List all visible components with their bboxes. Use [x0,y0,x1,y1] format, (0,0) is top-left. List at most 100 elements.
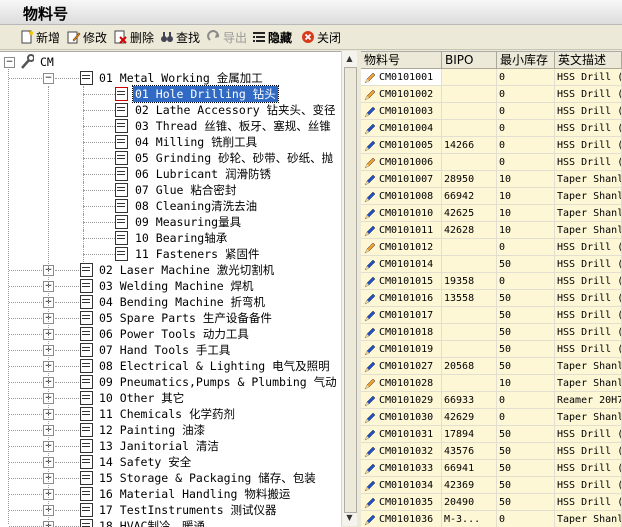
tree-node-label: 03 Thread 丝锥、板牙、塞规、丝锥 [135,119,331,133]
table-row[interactable]: CM0101010 42625 10 Taper Shanl [361,205,622,222]
table-row[interactable]: CM0101028 10 Taper Shanl [361,375,622,392]
table-row[interactable]: CM0101007 28950 10 Taper Shanl [361,171,622,188]
table-cell-min: 50 [497,290,555,307]
table-row[interactable]: CM0101001 0 HSS Drill ( [361,69,622,86]
scroll-up-icon[interactable]: ▲ [343,52,356,65]
scrollbar-thumb[interactable] [344,67,357,513]
tree-guide-line [83,150,84,166]
edit-button[interactable]: 修改 [67,28,107,46]
tree-guide-line [9,414,42,415]
document-node-icon [115,151,128,165]
table-cell-bipo: 20490 [442,494,497,511]
table-cell-desc: Taper Shanl [555,188,622,205]
table-cell-min: 0 [497,273,555,290]
table-row[interactable]: CM0101014 50 HSS Drill ( [361,256,622,273]
table-row[interactable]: CM0101035 20490 50 HSS Drill ( [361,494,622,511]
tree-node-label: 12 Painting 油漆 [99,423,206,437]
tree-guide-line [55,78,79,79]
document-node-icon [115,87,128,101]
close-button[interactable]: 关闭 [301,28,341,46]
tree-guide-line [83,166,84,182]
table-cell-desc: HSS Drill ( [555,256,622,273]
table-row[interactable]: CM0101036 M-3... 0 Taper Shanl [361,511,622,527]
column-header-min-stock[interactable]: 最小库存 [497,52,555,69]
tree-guide-line [83,86,84,102]
tree-node-label: 02 Laser Machine 激光切割机 [99,263,275,277]
export-button[interactable]: 导出 [207,28,247,46]
column-header-code[interactable]: 物料号 [361,52,442,69]
table-cell-desc: Taper Shanl [555,222,622,239]
table-cell-bipo: 42625 [442,205,497,222]
tree-node-label: 15 Storage & Packaging 储存、包装 [99,471,316,485]
table-cell-bipo [442,324,497,341]
pencil-icon [364,327,376,339]
document-node-icon [80,295,93,309]
tree-guide-line [9,446,42,447]
tree-guide-line [83,198,84,214]
table-row[interactable]: CM0101011 42628 10 Taper Shanl [361,222,622,239]
table-cell-desc: HSS Drill ( [555,137,622,154]
table-cell-min: 0 [497,86,555,103]
tree-node-label: 11 Fasteners 紧固件 [135,247,260,261]
table-cell-desc: HSS Drill ( [555,290,622,307]
table-row[interactable]: CM0101004 0 HSS Drill ( [361,120,622,137]
tree-node-label: 11 Chemicals 化学药剂 [99,407,236,421]
table-row[interactable]: CM0101015 19358 0 HSS Drill ( [361,273,622,290]
tree-guide-line [83,118,84,134]
pencil-icon [364,89,376,101]
table-row[interactable]: CM0101008 66942 10 Taper Shanl [361,188,622,205]
table-row[interactable]: CM0101033 66941 50 HSS Drill ( [361,460,622,477]
tree-node-label: 17 TestInstruments 测试仪器 [99,503,277,517]
document-node-icon [115,119,128,133]
table-cell-min: 50 [497,460,555,477]
add-button-label: 新增 [36,30,61,45]
column-header-english-desc[interactable]: 英文描述 [555,52,622,69]
add-button[interactable]: 新增 [20,28,60,46]
column-header-bipo[interactable]: BIPO [442,52,497,69]
category-tree[interactable]: − CM − 01 Metal Working 金属加工 01 Hole Drill… [0,51,341,527]
table-row[interactable]: CM0101016 13558 50 HSS Drill ( [361,290,622,307]
edit-document-icon [67,30,81,44]
wrench-icon [20,54,35,74]
table-row[interactable]: CM0101002 0 HSS Drill ( [361,86,622,103]
table-row[interactable]: CM0101005 14266 0 HSS Drill ( [361,137,622,154]
table-row[interactable]: CM0101030 42629 0 Taper Shanl [361,409,622,426]
document-node-icon [115,215,128,229]
table-cell-min: 0 [497,137,555,154]
tree-guide-line [55,270,79,271]
scroll-down-icon[interactable]: ▼ [343,511,356,524]
hide-button[interactable]: 隐藏 [252,28,292,46]
pencil-icon [364,106,376,118]
table-row[interactable]: CM0101019 50 HSS Drill ( [361,341,622,358]
table-row[interactable]: CM0101003 0 HSS Drill ( [361,103,622,120]
table-cell-bipo: 19358 [442,273,497,290]
tree-guide-line [9,382,42,383]
tree-guide-line [55,462,79,463]
tree-guide-line [55,430,79,431]
material-grid[interactable]: 物料号 BIPO 最小库存 英文描述 CM0101001 0 HSS Drill (… [361,51,622,527]
table-row[interactable]: CM0101006 0 HSS Drill ( [361,154,622,171]
table-row[interactable]: CM0101032 43576 50 HSS Drill ( [361,443,622,460]
pencil-icon [364,395,376,407]
table-cell-min: 10 [497,188,555,205]
collapse-toggle-icon[interactable]: − [4,57,15,68]
tree-guide-line [55,398,79,399]
tree-scrollbar[interactable]: ▲ ▼ [341,51,357,526]
delete-button-label: 删除 [130,30,155,45]
table-row[interactable]: CM0101012 0 HSS Drill ( [361,239,622,256]
delete-button[interactable]: 删除 [114,28,154,46]
table-row[interactable]: CM0101018 50 HSS Drill ( [361,324,622,341]
pencil-icon [364,497,376,509]
table-row[interactable]: CM0101031 17894 50 HSS Drill ( [361,426,622,443]
table-cell-min: 50 [497,443,555,460]
pencil-icon [364,208,376,220]
tree-guide-line [55,478,79,479]
pencil-icon [364,276,376,288]
table-cell-desc: Taper Shanl [555,205,622,222]
find-button[interactable]: 查找 [160,28,200,46]
collapse-toggle-icon[interactable]: − [43,73,54,84]
table-row[interactable]: CM0101029 66933 0 Reamer 20H7 [361,392,622,409]
table-row[interactable]: CM0101034 42369 50 HSS Drill ( [361,477,622,494]
table-row[interactable]: CM0101017 50 HSS Drill ( [361,307,622,324]
table-row[interactable]: CM0101027 20568 50 Taper Shanl [361,358,622,375]
